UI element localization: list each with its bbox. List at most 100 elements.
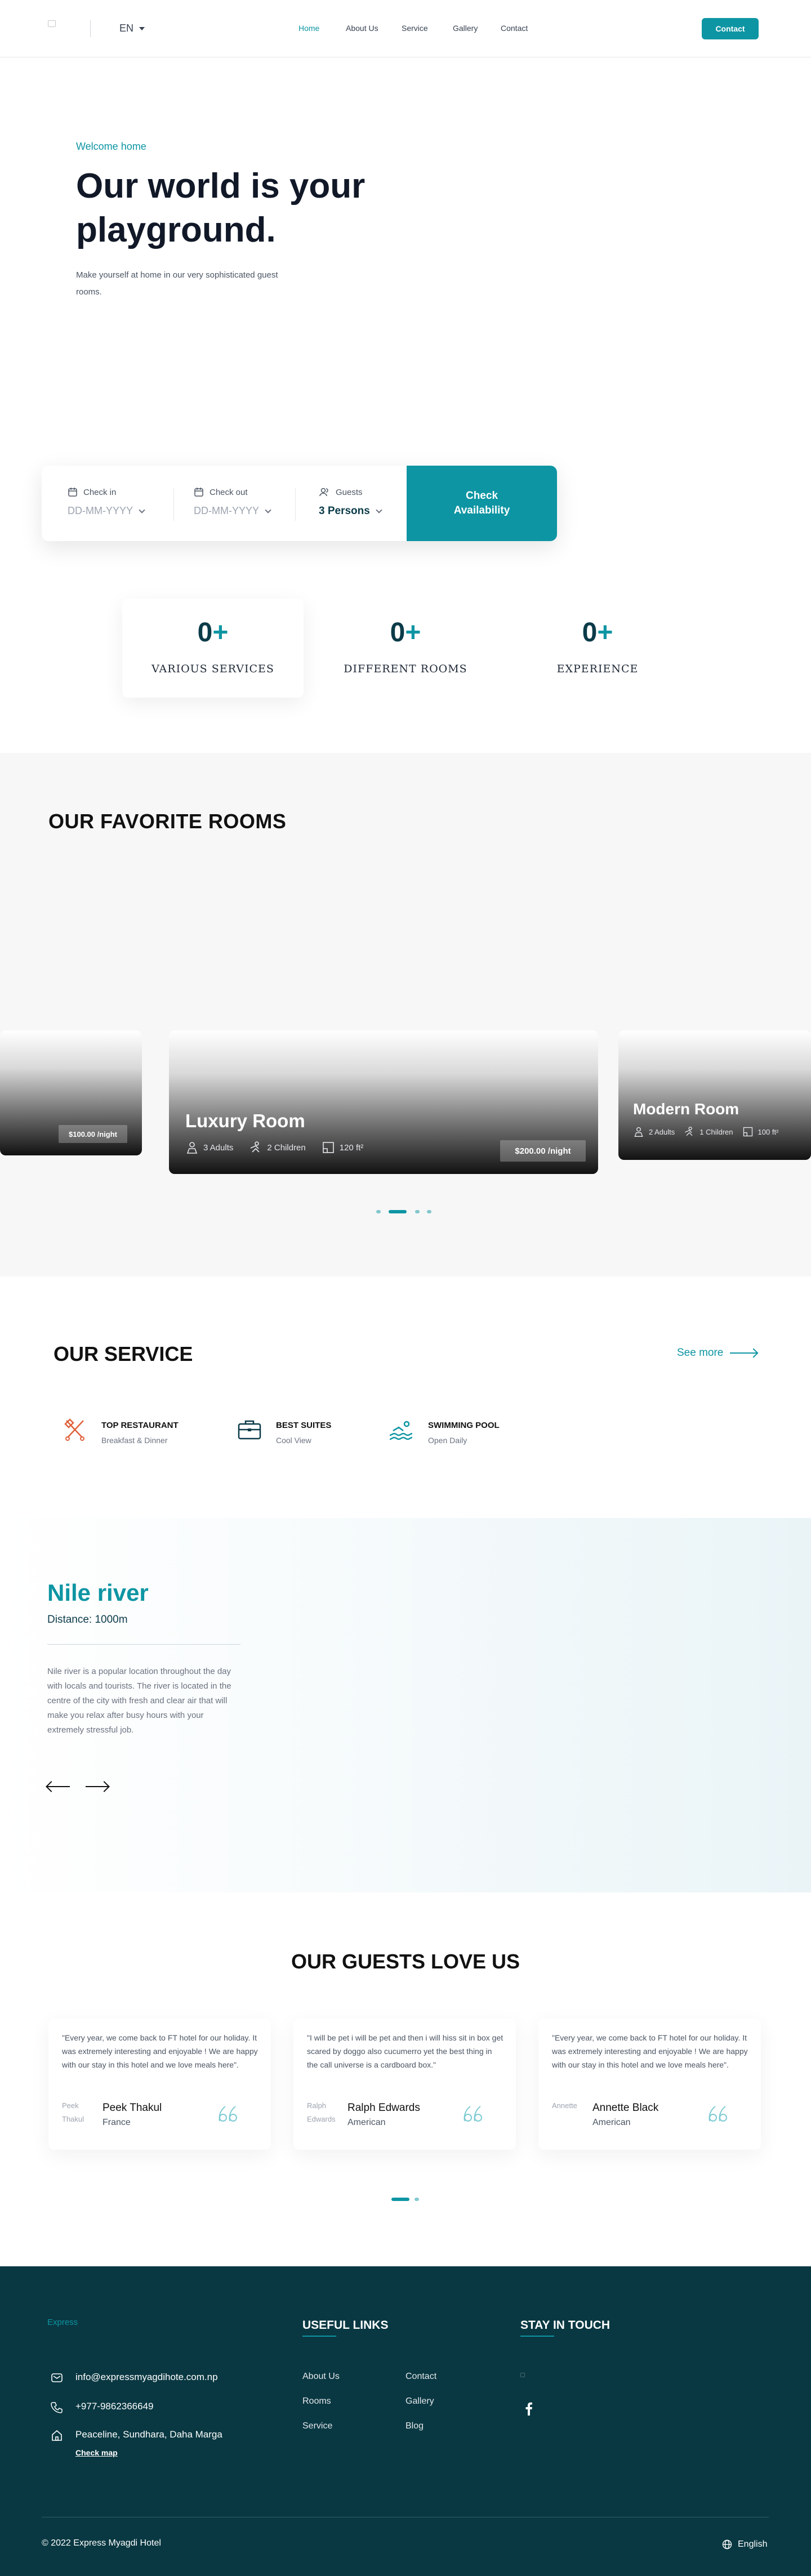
room-card-modern[interactable]: Modern Room 2 Adults 1 Children 100 ft² xyxy=(618,1030,811,1160)
service-title: OUR SERVICE xyxy=(54,1342,193,1365)
see-more-label: See more xyxy=(677,1347,724,1359)
footer-logo[interactable]: Express xyxy=(47,2318,78,2327)
footer-link-blog[interactable]: Blog xyxy=(406,2421,424,2431)
service-subtitle: Breakfast & Dinner xyxy=(101,1436,168,1445)
chevron-down-icon xyxy=(139,26,145,30)
nav-gallery[interactable]: Gallery xyxy=(453,24,478,33)
service-best-suites[interactable]: BEST SUITES Cool View xyxy=(235,1416,331,1445)
service-title-text: BEST SUITES xyxy=(276,1421,332,1430)
room-name: Modern Room xyxy=(633,1100,739,1118)
rooms-title: OUR FAVORITE ROOMS xyxy=(48,810,287,833)
room-card-prev[interactable]: $100.00 /night xyxy=(0,1030,142,1155)
hero-subtitle: Make yourself at home in our very sophis… xyxy=(76,270,278,297)
nile-title: Nile river xyxy=(47,1579,149,1606)
carousel-dot[interactable] xyxy=(415,2198,419,2201)
room-meta: 2 Adults 1 Children 100 ft² xyxy=(633,1126,778,1137)
room-area: 120 ft² xyxy=(339,1142,364,1153)
footer-language-selector[interactable]: English xyxy=(722,2539,767,2550)
room-price: $100.00 /night xyxy=(59,1125,127,1143)
guests-label: Guests xyxy=(336,487,363,497)
check-out-label: Check out xyxy=(210,487,248,497)
carousel-dot-active[interactable] xyxy=(389,1210,407,1213)
carousel-dot-active[interactable] xyxy=(391,2198,409,2201)
footer-language-label: English xyxy=(738,2539,768,2549)
logo-image[interactable] xyxy=(48,20,60,33)
room-card-luxury[interactable]: Luxury Room 3 Adults 2 Children 120 ft² … xyxy=(169,1030,598,1174)
check-availability-button[interactable]: Check Availability xyxy=(407,466,557,541)
check-availability-label: Check Availability xyxy=(453,490,510,516)
adult-icon xyxy=(634,1127,643,1137)
arrow-right-icon xyxy=(730,1352,757,1354)
check-in-field[interactable]: Check in DD-MM-YYYY xyxy=(68,487,145,517)
quote-icon xyxy=(219,2106,237,2122)
nav-contact[interactable]: Contact xyxy=(501,24,528,33)
footer-link-about-us[interactable]: About Us xyxy=(302,2372,340,2382)
footer-link-contact[interactable]: Contact xyxy=(406,2372,436,2382)
review-name: Ralph Edwards xyxy=(347,2102,420,2114)
swimming-icon xyxy=(389,1421,413,1440)
check-out-field[interactable]: Check out DD-MM-YYYY xyxy=(194,487,271,517)
calendar-icon xyxy=(68,488,77,497)
footer-link-gallery[interactable]: Gallery xyxy=(406,2396,434,2407)
review-name: Peek Thakul xyxy=(103,2102,162,2114)
heading-underline xyxy=(302,2336,336,2337)
arrow-right-icon[interactable] xyxy=(86,1786,108,1787)
briefcase-icon xyxy=(238,1420,261,1440)
heading-underline xyxy=(520,2336,554,2337)
language-selector[interactable]: EN xyxy=(119,23,145,34)
nav-home[interactable]: Home xyxy=(298,24,319,33)
nav-about-us[interactable]: About Us xyxy=(346,24,378,33)
guests-title: OUR GUESTS LOVE US xyxy=(291,1950,520,1973)
see-more-link[interactable]: See more xyxy=(677,1347,757,1359)
guests-value: 3 Persons xyxy=(319,505,370,517)
facebook-icon[interactable] xyxy=(525,2402,533,2416)
area-icon xyxy=(743,1127,752,1137)
footer-link-rooms[interactable]: Rooms xyxy=(302,2396,331,2407)
copyright: © 2022 Express Myagdi Hotel xyxy=(42,2538,161,2548)
mail-icon xyxy=(51,2373,63,2382)
footer-phone-text: +977-9862366649 xyxy=(75,2401,154,2412)
chevron-down-icon xyxy=(139,506,145,514)
service-top-restaurant[interactable]: TOP RESTAURANT Breakfast & Dinner xyxy=(61,1416,179,1445)
service-swimming-pool[interactable]: SWIMMING POOL Open Daily xyxy=(387,1416,500,1445)
stay-in-touch-title: STAY IN TOUCH xyxy=(520,2319,611,2332)
stat-experience: 0+ EXPERIENCE xyxy=(507,617,688,675)
room-area: 100 ft² xyxy=(757,1127,779,1136)
nile-distance: Distance: 1000m xyxy=(47,1614,128,1626)
site-header: EN Home About Us Service Gallery Contact… xyxy=(0,0,811,57)
service-title-text: TOP RESTAURANT xyxy=(101,1421,179,1430)
carousel-dot[interactable] xyxy=(427,1210,431,1213)
carousel-dot[interactable] xyxy=(415,1210,420,1213)
users-icon xyxy=(319,488,328,497)
check-in-value: DD-MM-YYYY xyxy=(68,505,133,516)
nav-service[interactable]: Service xyxy=(402,24,428,33)
room-meta: 3 Adults 2 Children 120 ft² xyxy=(185,1141,363,1154)
stat-label: DIFFERENT ROOMS xyxy=(344,663,467,675)
stat-suffix: + xyxy=(597,618,613,648)
review-country: American xyxy=(592,2118,631,2127)
guests-field[interactable]: Guests 3 Persons xyxy=(319,487,382,517)
avatar: Ralph Edwards xyxy=(307,2101,335,2123)
review-card: "Every year, we come back to FT hotel fo… xyxy=(48,2019,271,2150)
footer-email[interactable]: info@expressmyagdihote.com.np xyxy=(51,2372,218,2384)
arrow-left-icon[interactable] xyxy=(47,1786,70,1787)
stat-number: 0 xyxy=(582,618,598,648)
stat-number: 0 xyxy=(197,618,213,648)
footer-link-service[interactable]: Service xyxy=(302,2421,332,2431)
broken-image-icon xyxy=(48,20,56,27)
room-children: 1 Children xyxy=(699,1127,733,1136)
hero-title: Our world is your playground. xyxy=(76,167,366,249)
footer-phone[interactable]: +977-9862366649 xyxy=(51,2401,154,2413)
social-placeholder-icon[interactable] xyxy=(520,2373,525,2377)
area-icon xyxy=(322,1142,334,1153)
room-children: 2 Children xyxy=(267,1142,306,1153)
globe-icon xyxy=(722,2539,732,2550)
carousel-dot[interactable] xyxy=(376,1210,381,1213)
review-card: "Every year, we come back to FT hotel fo… xyxy=(538,2019,761,2150)
check-map-link[interactable]: Check map xyxy=(75,2448,222,2457)
quote-icon xyxy=(708,2106,727,2122)
contact-button[interactable]: Contact xyxy=(702,18,759,39)
room-price: $200.00 /night xyxy=(500,1140,586,1162)
service-subtitle: Open Daily xyxy=(428,1436,467,1445)
avatar: Annette xyxy=(552,2101,577,2110)
